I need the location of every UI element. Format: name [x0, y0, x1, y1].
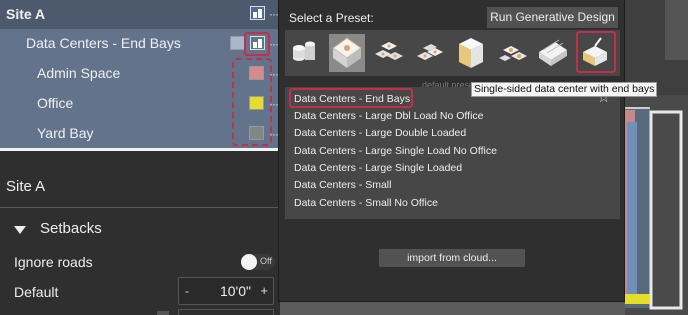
tree-item-child-label: Yard Bay [37, 125, 94, 141]
preset-item[interactable]: Data Centers - Large Single Loaded [294, 162, 462, 174]
run-generative-design-button[interactable]: Run Generative Design [487, 7, 618, 28]
tree-item-child-label: Admin Space [37, 65, 121, 81]
toggle-state: Off [260, 256, 272, 266]
preset-item[interactable]: Data Centers - Large Double Loaded [294, 127, 466, 139]
increment-button[interactable]: + [260, 283, 268, 298]
collapse-triangle-icon[interactable] [14, 226, 26, 234]
stepper-value[interactable]: 10'0" [220, 283, 251, 299]
map-strip [280, 302, 625, 315]
import-from-cloud-button[interactable]: import from cloud... [379, 249, 525, 267]
cluster-building-icon[interactable] [371, 34, 407, 72]
cylinder-stack-icon[interactable] [287, 34, 323, 72]
ignore-roads-label: Ignore roads [14, 254, 93, 270]
preset-icon-strip [285, 30, 620, 76]
tree-item-child-label: Office [37, 95, 74, 111]
panel-title: Site A [6, 178, 46, 195]
preset-item[interactable]: Data Centers - Large Single Load No Offi… [294, 145, 497, 157]
building-icon[interactable] [250, 6, 265, 20]
default-setback-stepper[interactable]: - 10'0" + [178, 277, 274, 305]
highlight-box [289, 88, 413, 108]
next-stepper[interactable] [178, 309, 274, 315]
app-window: Site A ··· Data Centers - End Bays ··· A… [0, 0, 688, 315]
group-color-swatch[interactable] [230, 36, 245, 50]
map-view[interactable] [625, 0, 688, 315]
color-swatch[interactable] [157, 311, 169, 315]
site-tree: Site A ··· Data Centers - End Bays ··· A… [0, 0, 280, 148]
section-setbacks[interactable]: Setbacks [40, 220, 102, 237]
preset-item[interactable]: Data Centers - Small No Office [294, 197, 438, 209]
tree-item-group-label: Data Centers - End Bays [26, 35, 181, 51]
preset-list: Data Centers - End Bays ☆ Data Centers -… [285, 87, 620, 219]
default-setback-label: Default [14, 284, 59, 300]
highlight-dashed-box [232, 58, 272, 146]
select-preset-title: Select a Preset: [289, 11, 374, 25]
multi-building-icon[interactable] [495, 34, 531, 72]
preset-item[interactable]: Data Centers - Large Dbl Load No Office [294, 110, 484, 122]
cross-building-icon[interactable] [329, 34, 365, 72]
highlight-box [244, 32, 270, 56]
divider [0, 207, 280, 208]
site-more-icon[interactable]: ··· [269, 7, 279, 21]
tall-cube-icon[interactable] [453, 34, 489, 72]
tree-item-site-label: Site A [6, 6, 46, 22]
decrement-button[interactable]: - [185, 284, 189, 298]
ignore-roads-toggle[interactable]: Off [241, 254, 275, 270]
toggle-knob [241, 254, 257, 270]
preset-popup: Select a Preset: Run Generative Design d… [278, 0, 625, 302]
group-more-icon[interactable]: ··· [269, 37, 279, 51]
tree-item-site[interactable]: Site A ··· [0, 0, 280, 30]
cluster-building-2-icon[interactable] [411, 34, 447, 72]
preset-tooltip: Single-sided data center with end bays [471, 82, 658, 97]
properties-panel: Site A Setbacks Ignore roads Off Default… [0, 151, 280, 315]
highlight-box [576, 31, 616, 73]
preset-item[interactable]: Data Centers - Small [294, 179, 391, 191]
tree-item-group[interactable]: Data Centers - End Bays ··· [0, 29, 280, 59]
long-building-icon[interactable] [535, 34, 571, 72]
